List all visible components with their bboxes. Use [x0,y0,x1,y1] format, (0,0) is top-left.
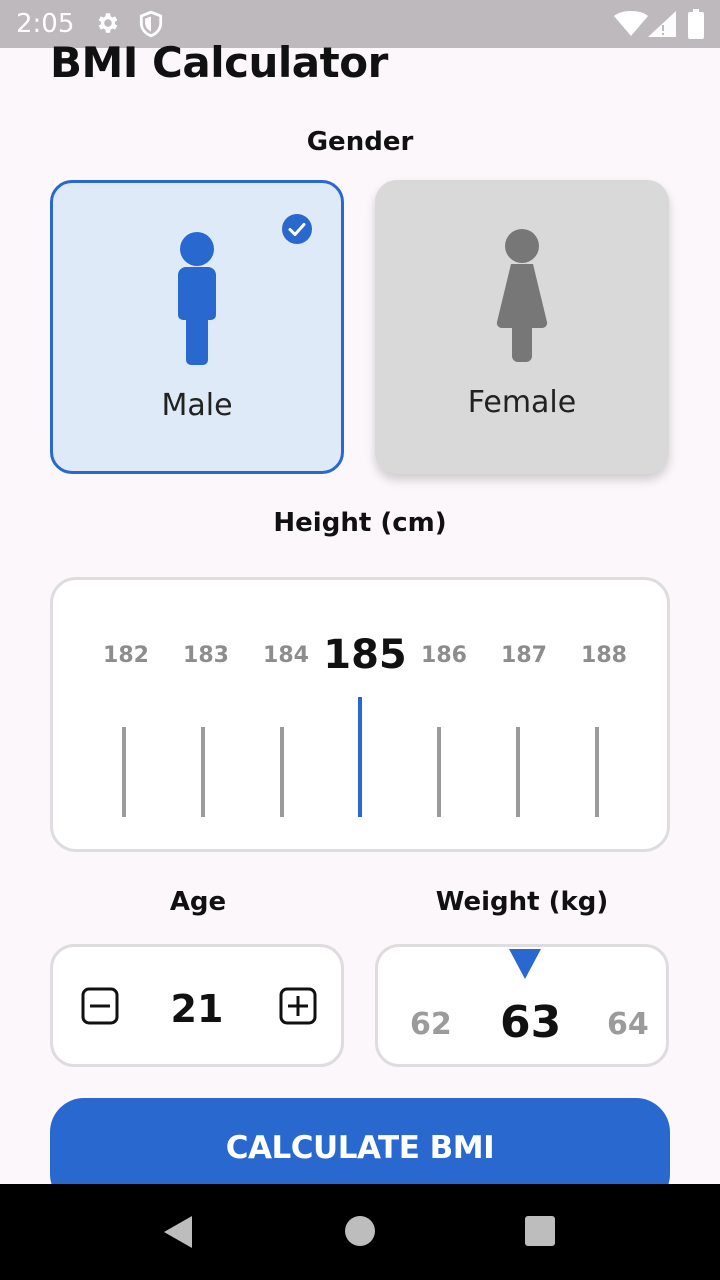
age-section-label: Age [169,887,227,917]
gear-icon [98,13,118,33]
height-selected-indicator [358,697,362,817]
male-figure-icon [178,232,216,365]
height-tick-label: 187 [501,643,547,668]
recent-apps-icon[interactable] [525,1216,555,1246]
navigation-bar [0,1184,720,1280]
weight-next-value: 64 [607,1007,649,1042]
weight-section-label: Weight (kg) [435,887,609,917]
back-icon[interactable] [162,1214,194,1250]
age-stepper: 21 [50,944,344,1067]
female-label: Female [467,385,577,420]
weight-selected-value: 63 [500,997,562,1048]
plus-box-icon[interactable] [279,987,317,1025]
female-gender-card[interactable]: Female [375,180,669,474]
height-section-label: Height (cm) [273,508,447,538]
pointer-triangle-icon [509,949,541,979]
shield-icon [139,10,163,38]
wifi-icon [614,11,648,36]
male-gender-card[interactable]: Male [50,180,344,474]
height-tick-label: 186 [421,643,467,668]
height-tick-line [280,727,284,817]
height-tick-line [595,727,599,817]
male-label: Male [161,388,233,423]
page-title: BMI Calculator [50,38,388,87]
status-time: 2:05 [16,9,75,39]
weight-prev-value: 62 [410,1007,452,1042]
height-tick-line [516,727,520,817]
height-tick-line [437,727,441,817]
height-tick-label: 183 [183,643,229,668]
height-tick-line [122,727,126,817]
home-icon[interactable] [344,1215,376,1247]
height-tick-line [201,727,205,817]
gender-section-label: Gender [306,127,414,157]
weight-picker[interactable]: 62 63 64 [375,944,669,1067]
female-figure-icon [496,229,548,362]
battery-icon [688,9,704,39]
signal-icon [648,11,676,37]
height-tick-label: 182 [103,643,149,668]
check-circle-icon [282,214,312,244]
height-ruler[interactable]: 182 183 184 185 186 187 188 [50,577,670,852]
height-tick-label: 188 [581,643,627,668]
